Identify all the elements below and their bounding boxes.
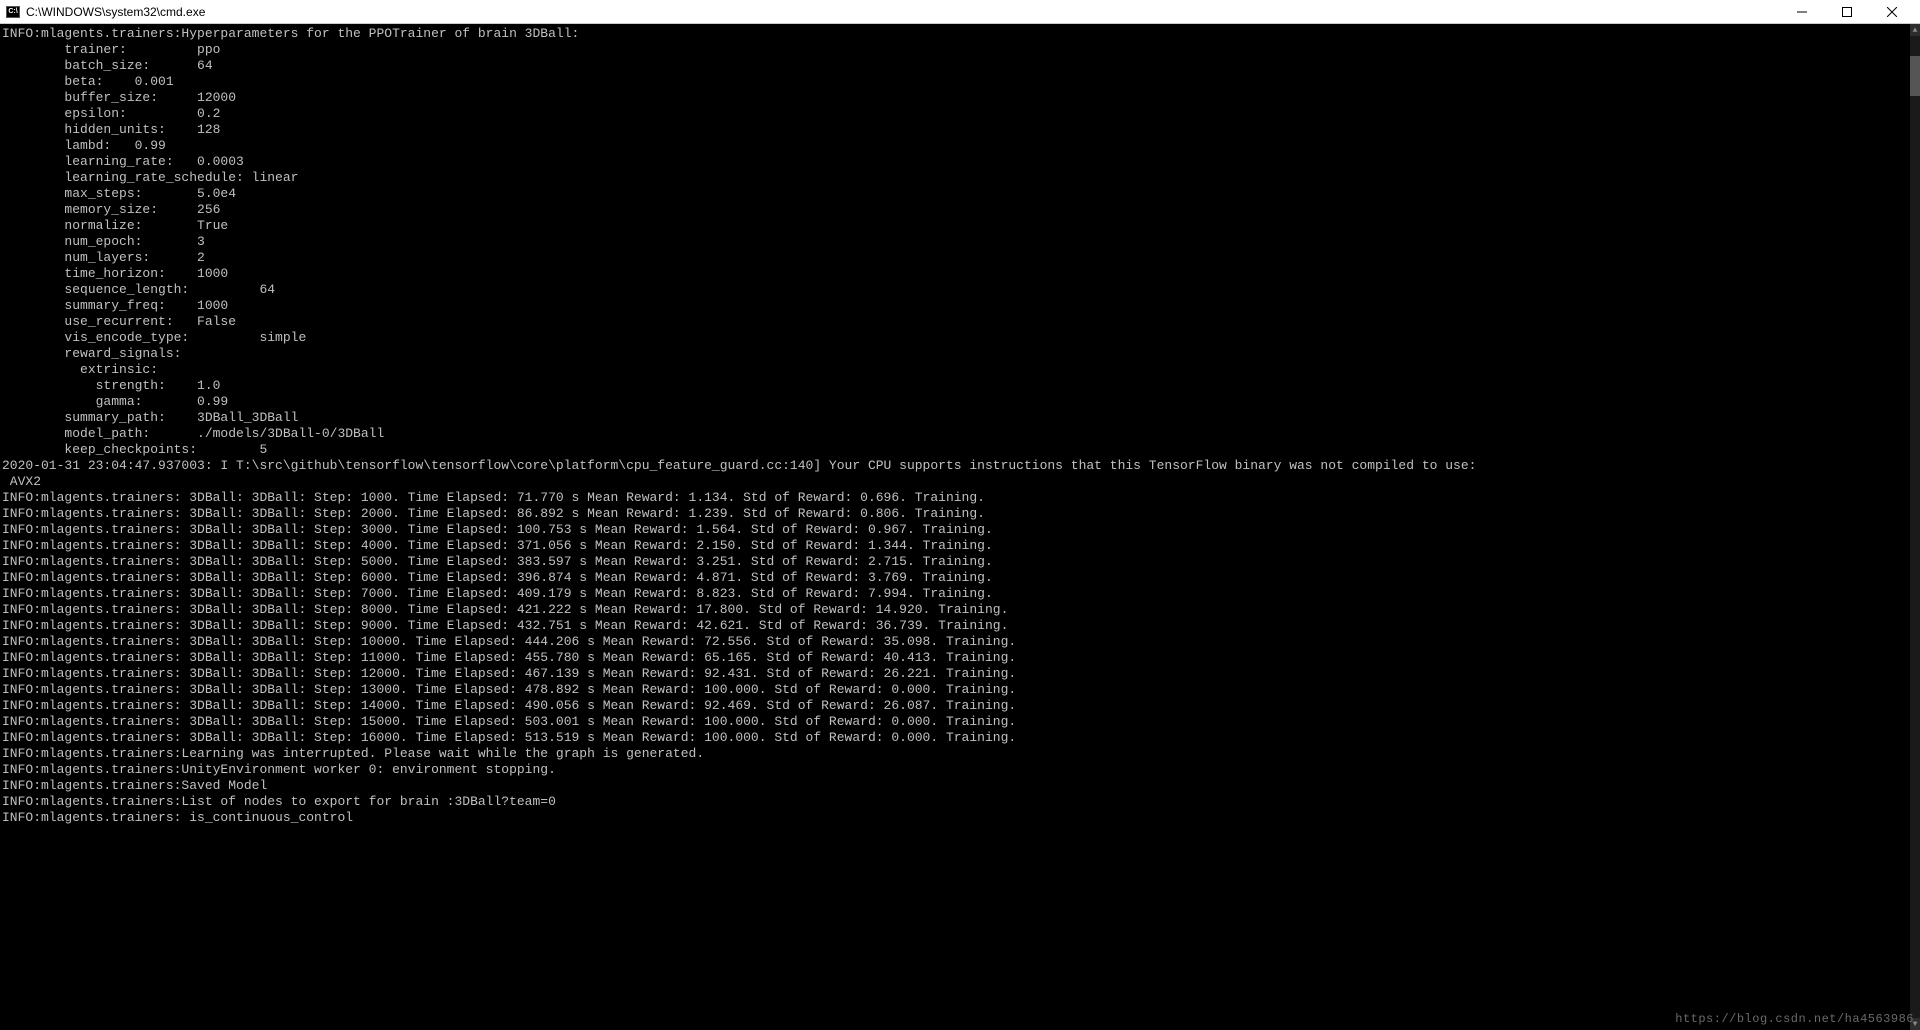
window-title: C:\WINDOWS\system32\cmd.exe bbox=[26, 5, 205, 19]
scroll-up-arrow-icon[interactable]: ▲ bbox=[1910, 24, 1920, 36]
scroll-thumb[interactable] bbox=[1910, 56, 1920, 96]
maximize-button[interactable] bbox=[1824, 0, 1869, 24]
terminal-output[interactable]: INFO:mlagents.trainers:Hyperparameters f… bbox=[0, 24, 1910, 1030]
window-titlebar: C:\ C:\WINDOWS\system32\cmd.exe bbox=[0, 0, 1920, 24]
close-icon bbox=[1887, 7, 1897, 17]
close-button[interactable] bbox=[1869, 0, 1914, 24]
minimize-button[interactable] bbox=[1779, 0, 1824, 24]
window-controls bbox=[1779, 0, 1914, 24]
scroll-down-arrow-icon[interactable]: ▼ bbox=[1910, 1018, 1920, 1030]
vertical-scrollbar[interactable]: ▲ ▼ bbox=[1910, 24, 1920, 1030]
maximize-icon bbox=[1842, 7, 1852, 17]
minimize-icon bbox=[1797, 7, 1807, 17]
cmd-icon: C:\ bbox=[6, 6, 20, 18]
